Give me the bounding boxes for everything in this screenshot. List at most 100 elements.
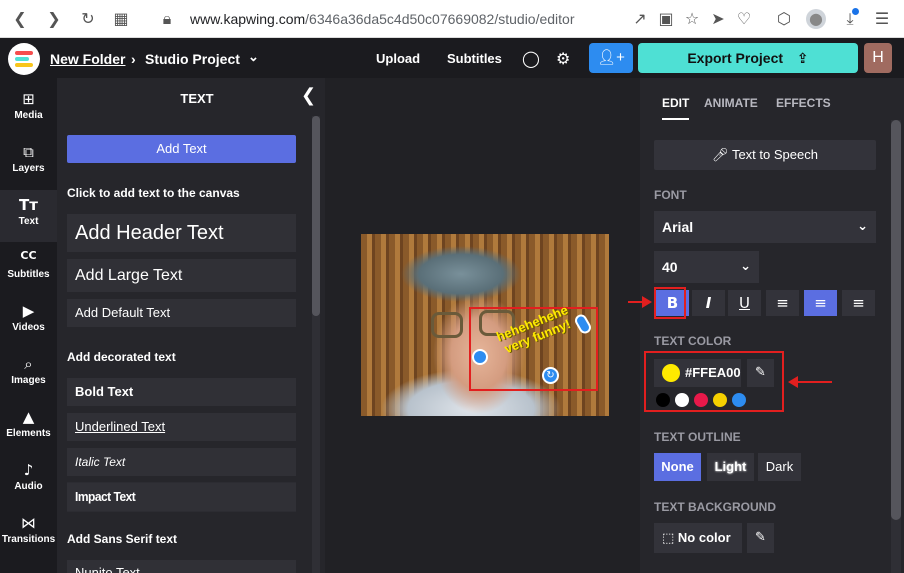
address-bar[interactable]: www.kapwing.com/6346a36da5c4d50c07669082… xyxy=(190,11,575,27)
transition-icon: ⋈ xyxy=(21,514,36,532)
text-background-label: TEXT BACKGROUND xyxy=(654,500,776,514)
chevron-down-icon: ⌄ xyxy=(857,219,868,234)
layers-icon: ⧉ xyxy=(23,143,34,161)
menu-icon[interactable]: ☰ xyxy=(872,9,892,29)
add-header-text-button[interactable]: Add Header Text xyxy=(67,214,296,252)
align-center-icon[interactable]: ≡ xyxy=(804,290,837,316)
tab-edit[interactable]: EDIT xyxy=(662,96,690,120)
browser-toolbar: ❮ ❯ ↻ ▦ 🔒︎ www.kapwing.com/6346a36da5c4d… xyxy=(0,0,904,38)
chevron-down-icon: ⌄ xyxy=(740,259,751,274)
glasses-left xyxy=(431,312,463,338)
text-outline-label: TEXT OUTLINE xyxy=(654,430,741,444)
font-family-select[interactable]: Arial ⌄ xyxy=(654,211,876,243)
sidebar-item-subtitles[interactable]: CC Subtitles xyxy=(0,243,57,295)
sans-serif-heading: Add Sans Serif text xyxy=(67,532,178,546)
bold-text-button[interactable]: Bold Text xyxy=(67,378,296,406)
gear-icon[interactable]: ⚙ xyxy=(556,49,570,68)
kapwing-logo[interactable] xyxy=(8,43,40,75)
tool-sidebar: ⊞ Media ⧉ Layers Tᴛ Text CC Subtitles ▶ Video… xyxy=(0,78,57,573)
sidebar-item-text[interactable]: Tᴛ Text xyxy=(0,190,57,242)
text-panel: TEXT ❮ Add Text Click to add text to the… xyxy=(57,78,325,573)
camera-icon[interactable]: ▣ xyxy=(656,9,676,29)
music-icon: ♪ xyxy=(23,461,34,479)
share-icon[interactable]: ↗ xyxy=(630,9,650,29)
heart-icon[interactable]: ♡ xyxy=(734,9,754,29)
upload-button[interactable]: Upload xyxy=(376,51,420,66)
underline-button[interactable]: U xyxy=(728,290,761,316)
export-project-button[interactable]: Export Project ⇪ xyxy=(638,43,858,73)
sidebar-item-audio[interactable]: ♪ Audio xyxy=(0,455,57,507)
arrow-to-bold xyxy=(628,296,652,308)
panel-scroll-thumb[interactable] xyxy=(312,116,320,316)
breadcrumb-folder[interactable]: New Folder xyxy=(50,51,125,67)
subtitles-button[interactable]: Subtitles xyxy=(447,51,502,66)
bookmark-icon[interactable]: ☆ xyxy=(682,9,702,29)
decorated-heading: Add decorated text xyxy=(67,350,176,364)
sidebar-item-elements[interactable]: ▲ Elements xyxy=(0,402,57,454)
no-color-label: No color xyxy=(677,530,731,545)
no-color-button[interactable]: ⬚ No color xyxy=(654,523,742,553)
collapse-panel-icon[interactable]: ❮ xyxy=(301,85,316,106)
shapes-icon: ▲ xyxy=(22,408,35,426)
italic-button[interactable]: I xyxy=(692,290,725,316)
back-icon[interactable]: ❮ xyxy=(10,9,30,29)
sidebar-item-layers[interactable]: ⧉ Layers xyxy=(0,137,57,189)
sidebar-label: Images xyxy=(11,375,46,386)
chevron-down-icon[interactable]: ⌄ xyxy=(248,49,259,65)
arrow-to-color xyxy=(788,376,832,388)
send-icon[interactable]: ➤ xyxy=(708,9,728,29)
sidebar-label: Layers xyxy=(12,163,45,174)
invite-user-button[interactable]: 👤︎+ xyxy=(589,43,633,73)
export-label: Export Project xyxy=(687,50,784,66)
microphone-icon: 🎤︎ xyxy=(712,148,729,163)
comment-icon[interactable]: ◯ xyxy=(522,49,540,68)
rotate-handle-icon[interactable]: ↻ xyxy=(542,367,559,384)
download-badge xyxy=(852,8,859,15)
add-user-icon: 👤︎+ xyxy=(597,49,625,66)
upload-icon: ⇪ xyxy=(796,51,809,67)
nunito-text-button[interactable]: Nunito Text xyxy=(67,560,296,573)
search-icon: ⌕ xyxy=(24,355,33,373)
sidebar-label: Text xyxy=(18,216,39,227)
project-title[interactable]: Studio Project xyxy=(145,51,240,67)
cube-icon[interactable]: ⬡ xyxy=(774,9,794,29)
forward-icon[interactable]: ❯ xyxy=(44,9,64,29)
properties-scroll-thumb[interactable] xyxy=(891,120,901,520)
tab-effects[interactable]: EFFECTS xyxy=(776,96,831,110)
bold-highlight xyxy=(654,287,686,319)
align-right-icon[interactable]: ≡ xyxy=(842,290,875,316)
impact-text-button[interactable]: Impact Text xyxy=(67,482,296,512)
cc-icon: CC xyxy=(20,249,37,262)
breadcrumb-separator: › xyxy=(131,51,136,67)
sidebar-item-transitions[interactable]: ⋈ Transitions xyxy=(0,508,57,560)
sidebar-label: Videos xyxy=(12,322,45,333)
profile-icon[interactable]: ● xyxy=(806,9,826,29)
outline-dark-button[interactable]: Dark xyxy=(758,453,801,481)
underlined-text-button[interactable]: Underlined Text xyxy=(67,413,296,441)
font-value: Arial xyxy=(662,219,694,235)
paint-bucket-icon: ⬚ xyxy=(662,531,675,546)
user-avatar[interactable]: H xyxy=(864,43,892,73)
outline-none-button[interactable]: None xyxy=(654,453,701,481)
add-large-text-button[interactable]: Add Large Text xyxy=(67,259,296,292)
sidebar-item-media[interactable]: ⊞ Media xyxy=(0,84,57,136)
tab-animate[interactable]: ANIMATE xyxy=(704,96,758,110)
url-path: /6346a36da5c4d50c07669082/studio/editor xyxy=(305,11,575,27)
resize-handle-left[interactable] xyxy=(472,349,488,365)
text-icon: Tᴛ xyxy=(19,196,38,214)
sidebar-label: Elements xyxy=(6,428,51,439)
sidebar-item-images[interactable]: ⌕ Images xyxy=(0,349,57,401)
reload-icon[interactable]: ↻ xyxy=(78,9,98,29)
add-text-button[interactable]: Add Text xyxy=(67,135,296,163)
sidebar-item-videos[interactable]: ▶ Videos xyxy=(0,296,57,348)
background-eyedropper-icon[interactable]: ✎ xyxy=(747,523,774,553)
text-to-speech-button[interactable]: 🎤︎ Text to Speech xyxy=(654,140,876,170)
align-left-icon[interactable]: ≡ xyxy=(766,290,799,316)
outline-light-button[interactable]: Light xyxy=(707,453,754,481)
sidebar-label: Media xyxy=(14,110,43,121)
italic-text-button[interactable]: Italic Text xyxy=(67,448,296,476)
add-default-text-button[interactable]: Add Default Text xyxy=(67,299,296,327)
font-size-select[interactable]: 40 ⌄ xyxy=(654,251,759,283)
apps-icon[interactable]: ▦ xyxy=(111,9,131,29)
url-domain: www.kapwing.com xyxy=(190,11,306,27)
